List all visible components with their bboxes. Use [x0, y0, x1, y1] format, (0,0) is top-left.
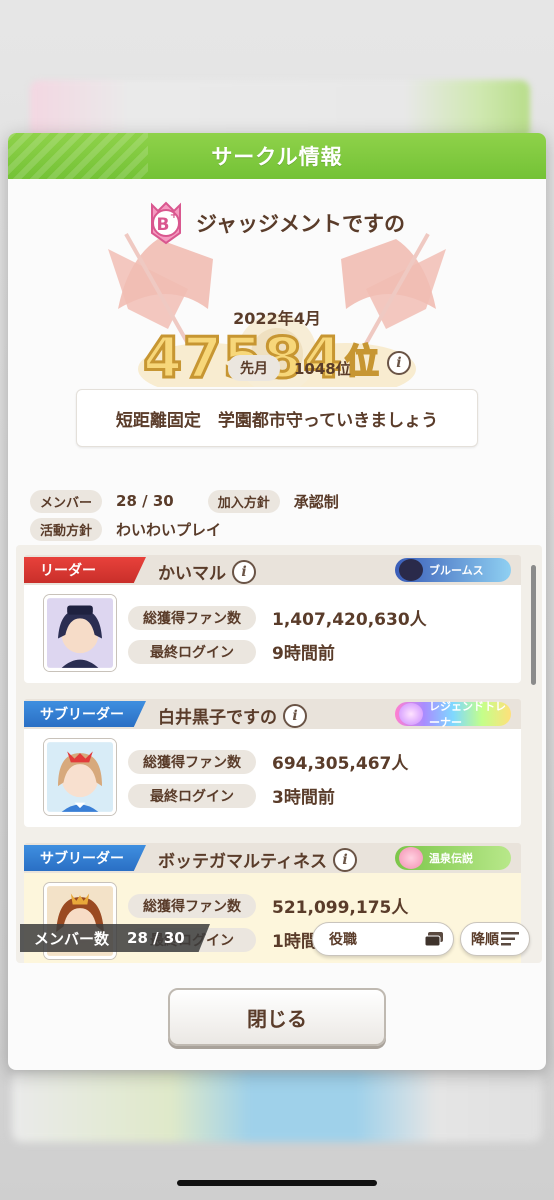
info-icon[interactable]: i	[232, 559, 256, 584]
close-button[interactable]: 閉じる	[168, 988, 386, 1046]
title-badge-icon	[399, 559, 423, 581]
member-count-label: メンバー数	[34, 929, 110, 948]
fans-label: 総獲得ファン数	[128, 749, 256, 774]
fans-stat: 総獲得ファン数 521,099,175人	[128, 893, 408, 918]
last-login-value: 1時間	[272, 932, 318, 952]
sort-order-label: 降順	[471, 932, 499, 948]
last-login-label: 最終ログイン	[128, 783, 256, 808]
sort-order-button[interactable]: 降順	[460, 922, 530, 956]
title-badge-label: 温泉伝説	[429, 852, 473, 865]
meta-row-members: メンバー 28 / 30 加入方針 承認制	[30, 487, 530, 515]
member-card[interactable]: リーダー かいマル i ブルームス 総獲得ファン数 1,407,420,630人…	[24, 555, 521, 685]
fans-value: 694,305,467人	[272, 754, 409, 774]
role-filter-button[interactable]: 役職	[312, 922, 454, 956]
rank-badge-letter: B	[157, 215, 170, 235]
title-badge[interactable]: 温泉伝説	[395, 846, 511, 870]
member-name: 白井黒子ですの	[158, 708, 277, 728]
fans-value: 521,099,175人	[272, 898, 409, 918]
last-month-value: 1048位	[294, 359, 351, 378]
members-label: メンバー	[30, 489, 103, 513]
home-indicator[interactable]	[177, 1180, 377, 1186]
circle-name-row: B + ジャッジメントですの	[144, 201, 405, 245]
role-filter-label: 役職	[329, 932, 357, 948]
member-name: かいマル	[158, 564, 226, 584]
meta-row-activity: 活動方針 わいわいプレイ	[30, 515, 530, 543]
last-month-rank: 先月 1048位	[228, 355, 351, 381]
activity-label: 活動方針	[30, 517, 103, 541]
modal-title: サークル情報	[211, 145, 343, 169]
role-tag-subleader: サブリーダー	[24, 701, 146, 727]
join-policy-label: 加入方針	[207, 489, 280, 513]
sort-lines-icon	[501, 932, 519, 946]
card-stack-icon	[425, 932, 443, 946]
last-login-value: 3時間前	[272, 788, 335, 808]
title-badge[interactable]: ブルームス	[395, 558, 511, 582]
circle-description: 短距離固定 学園都市守っていきましょう	[76, 389, 478, 447]
fans-value: 1,407,420,630人	[272, 610, 427, 630]
fans-stat: 総獲得ファン数 1,407,420,630人	[128, 605, 427, 630]
fans-stat: 総獲得ファン数 694,305,467人	[128, 749, 408, 774]
background-banner	[30, 80, 530, 140]
rank-badge-plus: +	[170, 210, 178, 221]
last-login-stat: 最終ログイン 9時間前	[128, 639, 335, 664]
member-name-row: 白井黒子ですの i	[158, 703, 307, 728]
trainer-avatar-icon[interactable]	[44, 739, 116, 815]
info-icon[interactable]: i	[332, 847, 357, 872]
title-badge-icon	[399, 703, 423, 725]
member-count-bar: メンバー数 28 / 30	[20, 924, 210, 952]
title-badge-label: ブルームス	[429, 564, 484, 577]
member-count-value: 28 / 30	[127, 929, 185, 947]
member-name-row: ボッテガマルティネス i	[158, 847, 357, 872]
join-policy-value: 承認制	[293, 492, 339, 511]
activity-value: わいわいプレイ	[116, 520, 222, 539]
background-menu	[12, 1070, 542, 1142]
info-icon[interactable]: i	[386, 351, 411, 375]
fans-label: 総獲得ファン数	[128, 605, 256, 630]
last-login-label: 最終ログイン	[128, 639, 256, 664]
trainer-avatar-icon[interactable]	[44, 595, 116, 671]
last-login-value: 9時間前	[272, 644, 335, 664]
rank-badge-icon: B +	[151, 201, 181, 245]
circle-meta: メンバー 28 / 30 加入方針 承認制 活動方針 わいわいプレイ	[30, 487, 530, 543]
member-card[interactable]: サブリーダー 白井黒子ですの i レジェンドトレーナー 総獲得ファン数 694,…	[24, 699, 521, 829]
member-card-body: 総獲得ファン数 1,407,420,630人 最終ログイン 9時間前	[24, 585, 521, 683]
member-card-body: 総獲得ファン数 694,305,467人 最終ログイン 3時間前	[24, 729, 521, 827]
title-badge-icon	[399, 847, 423, 869]
title-badge[interactable]: レジェンドトレーナー	[395, 700, 511, 729]
info-icon[interactable]: i	[283, 703, 307, 728]
member-card-header: サブリーダー ボッテガマルティネス i 温泉伝説	[24, 843, 521, 873]
member-name: ボッテガマルティネス	[158, 852, 327, 872]
member-list-scrollbar[interactable]	[531, 565, 536, 685]
members-value: 28 / 30	[116, 492, 174, 510]
role-tag-leader: リーダー	[24, 557, 146, 583]
modal-header: サークル情報	[8, 133, 546, 179]
last-login-stat: 最終ログイン 3時間前	[128, 783, 335, 808]
member-list[interactable]: リーダー かいマル i ブルームス 総獲得ファン数 1,407,420,630人…	[16, 545, 542, 963]
member-card-header: リーダー かいマル i ブルームス	[24, 555, 521, 585]
member-name-row: かいマル i	[158, 559, 256, 584]
last-month-label: 先月	[228, 355, 280, 381]
title-badge-label: レジェンドトレーナー	[429, 700, 506, 729]
fans-label: 総獲得ファン数	[128, 893, 256, 918]
member-card-header: サブリーダー 白井黒子ですの i レジェンドトレーナー	[24, 699, 521, 729]
role-tag-subleader: サブリーダー	[24, 845, 146, 871]
circle-name: ジャッジメントですの	[196, 212, 405, 236]
